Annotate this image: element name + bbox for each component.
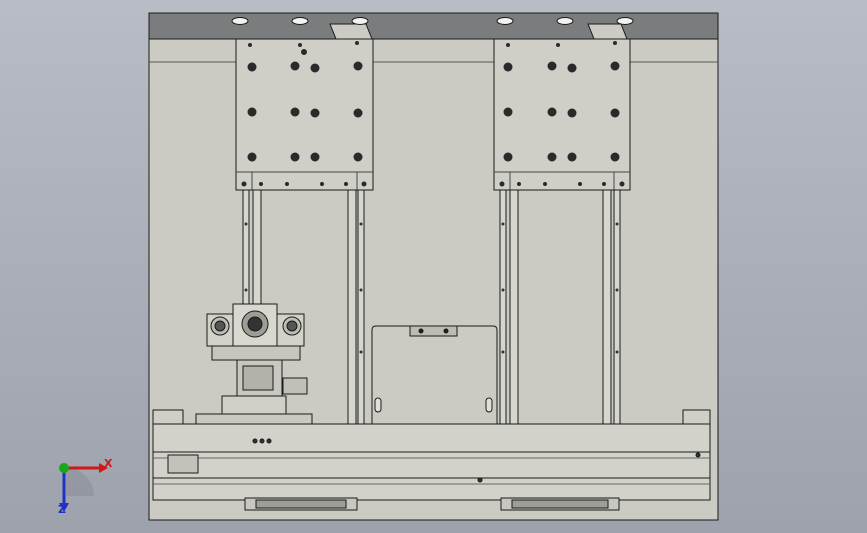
frame-header [148, 12, 719, 40]
right-mounting-plate [493, 38, 631, 191]
left-mounting-plate [235, 38, 374, 191]
coordinate-triad [59, 463, 108, 512]
z-axis-label: Z [58, 503, 66, 516]
assembly-model[interactable] [148, 12, 719, 521]
bottom-beam [152, 409, 711, 501]
triad-shadow [66, 468, 94, 496]
cad-graphics-area[interactable] [0, 0, 867, 533]
y-axis-indicator [59, 463, 69, 473]
x-axis-label: X [104, 457, 113, 470]
